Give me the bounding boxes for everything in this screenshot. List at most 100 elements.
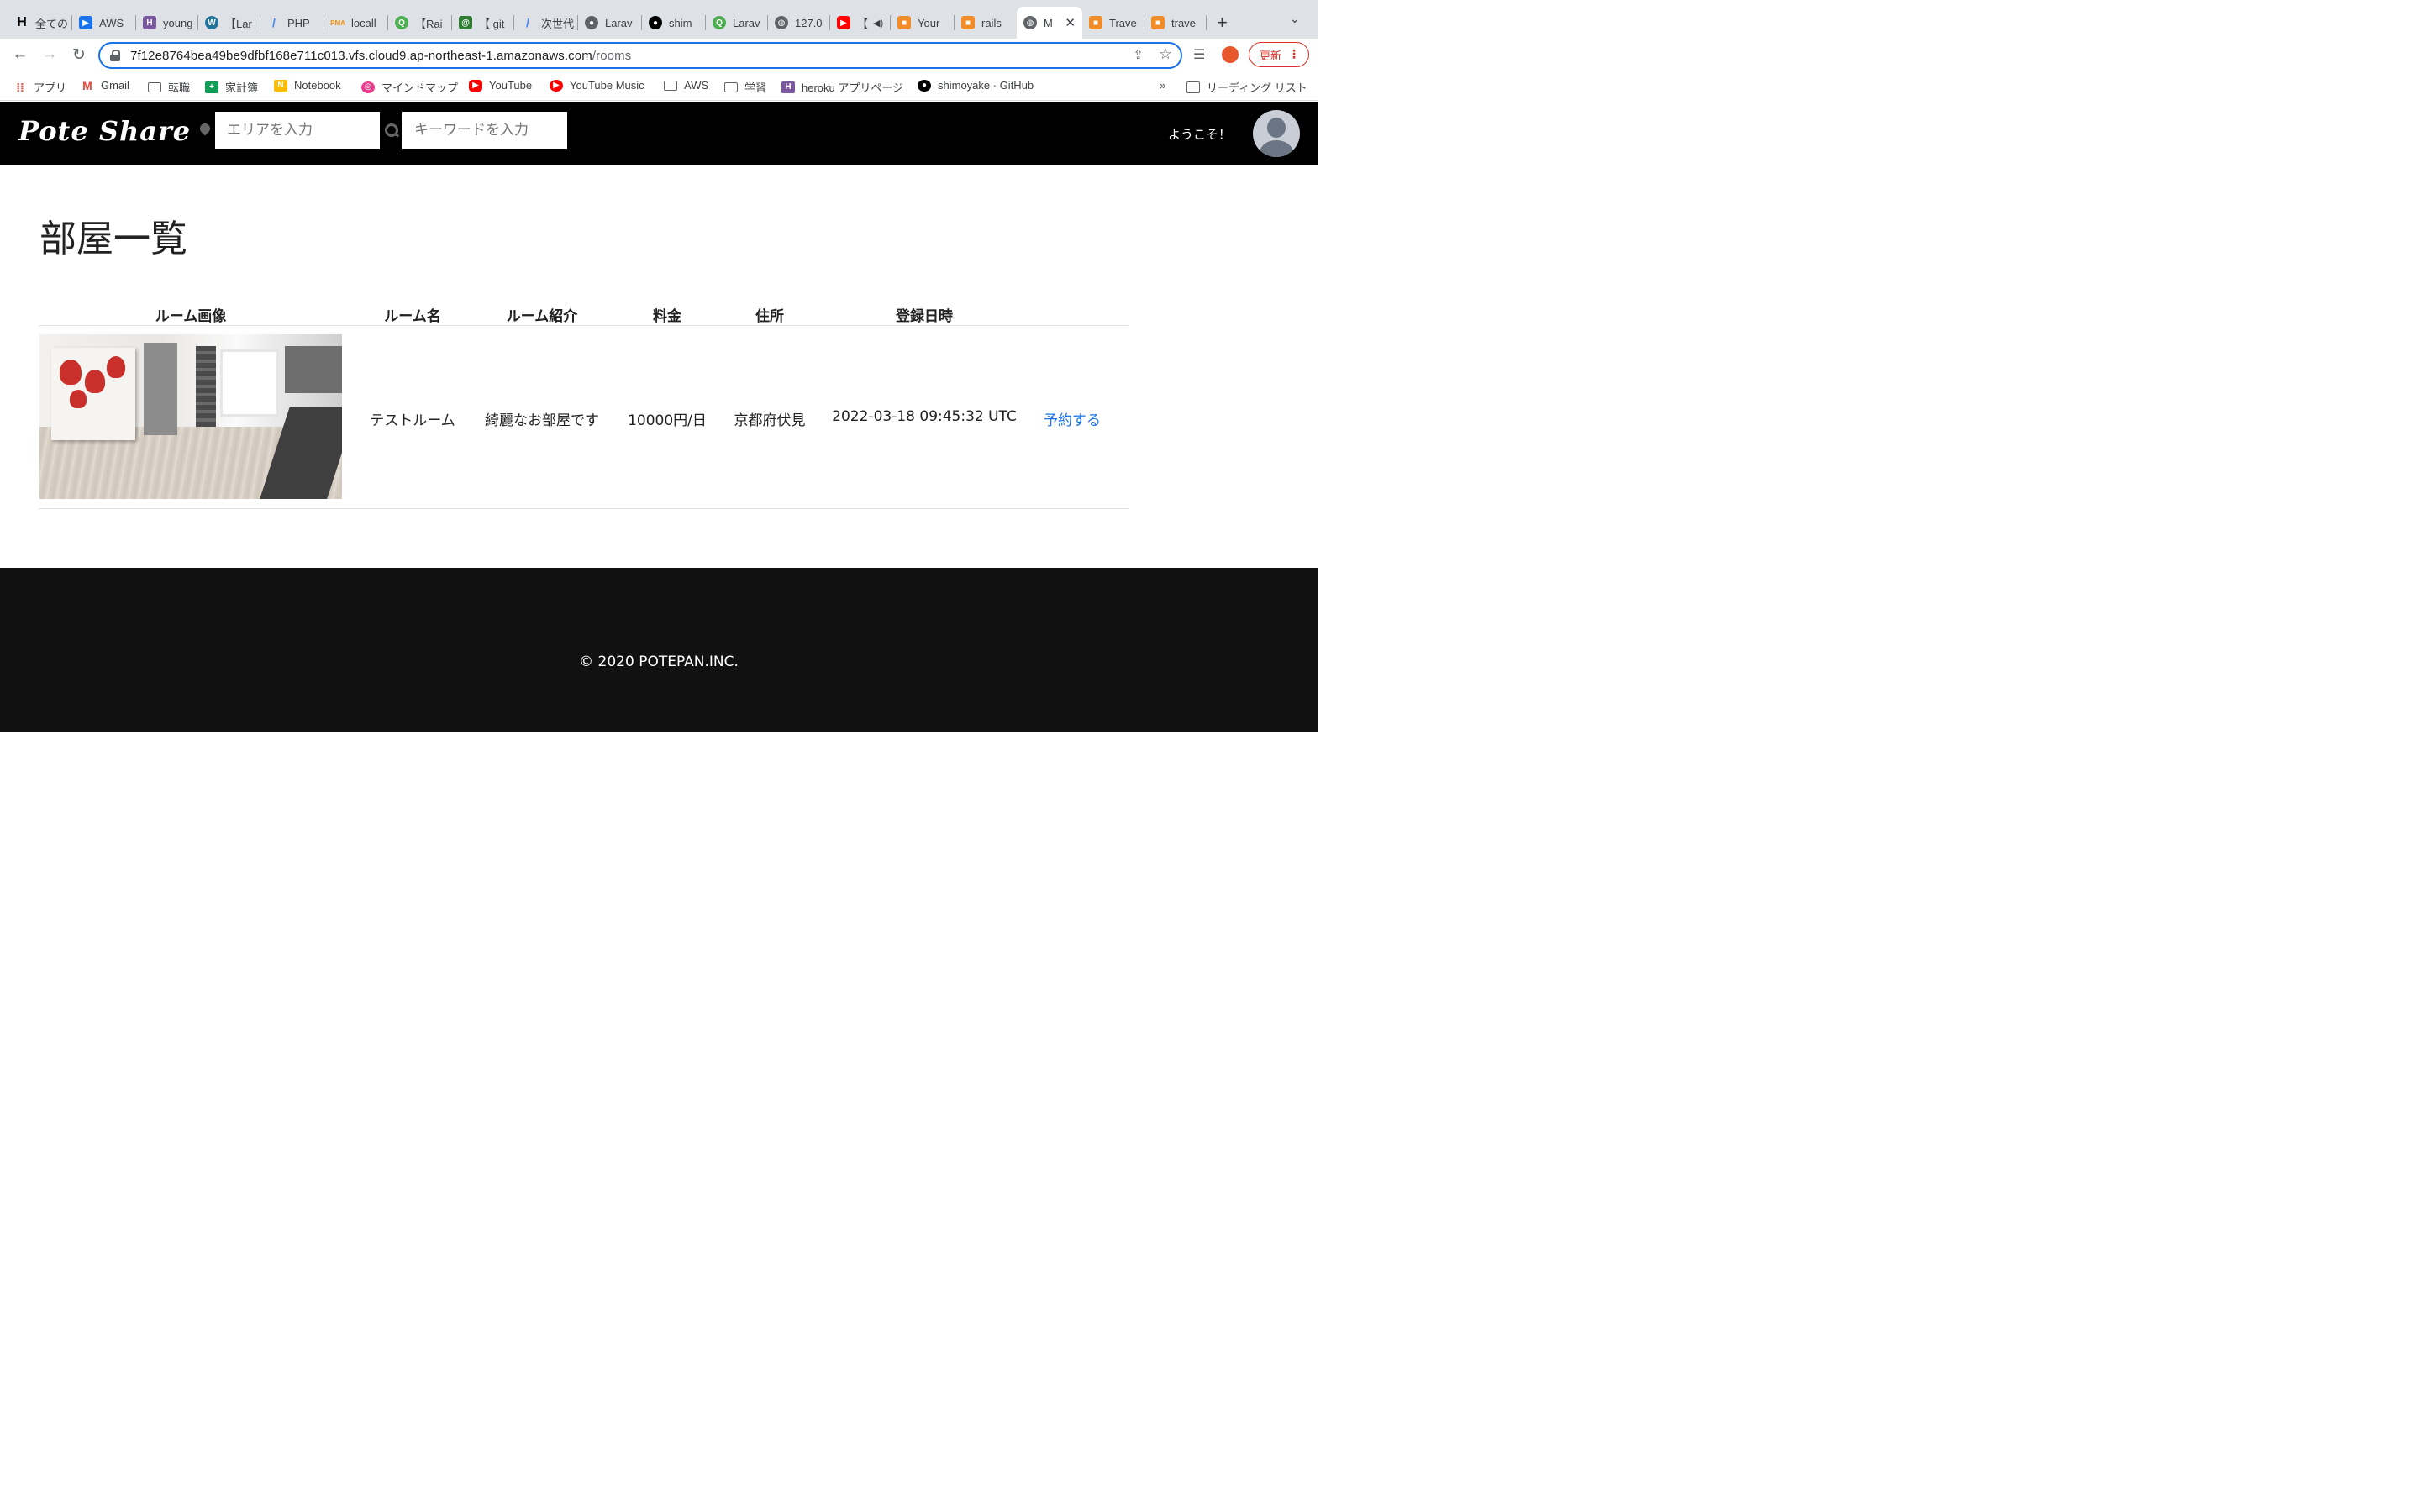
bookmark-apps[interactable]: ⁞⁞ アプリ xyxy=(13,79,66,95)
media-control-icon[interactable]: ☰ xyxy=(1193,46,1205,63)
pma-icon: PMA xyxy=(330,18,345,27)
bookmark-folder[interactable]: 転職 xyxy=(148,79,190,95)
copyright-text: © 2020 POTEPAN.INC. xyxy=(579,654,739,670)
browser-toolbar: ← → ↻ 7f12e8764bea49be9dfbf168e711c013.v… xyxy=(0,39,1318,72)
browser-tab[interactable]: ■ trave xyxy=(1144,7,1207,39)
new-tab-button[interactable]: + xyxy=(1217,12,1228,34)
lock-icon[interactable] xyxy=(110,50,120,61)
browser-tab[interactable]: ■ rails xyxy=(955,7,1017,39)
slash-icon: / xyxy=(272,16,276,29)
browser-tab[interactable]: / 次世代 xyxy=(514,7,578,39)
address-bar[interactable]: 7f12e8764bea49be9dfbf168e711c013.vfs.clo… xyxy=(98,42,1182,69)
room-name: テストルーム xyxy=(370,412,455,429)
bookmark-notebook[interactable]: N Notebook xyxy=(274,79,341,92)
room-price: 10000円/日 xyxy=(628,412,707,429)
bookmark-youtube-music[interactable]: ▶ YouTube Music xyxy=(550,79,644,92)
more-menu-icon[interactable]: ⋮ xyxy=(1288,47,1300,61)
folder-icon xyxy=(148,81,161,92)
aws-icon: ▶ xyxy=(79,16,92,29)
browser-tab[interactable]: ● shim xyxy=(642,7,706,39)
reading-list-button[interactable]: リーディング リスト xyxy=(1186,79,1307,95)
column-header-image: ルーム画像 xyxy=(155,308,227,325)
welcome-text: ようこそ！ xyxy=(1168,127,1232,142)
browser-tab[interactable]: Q Larav xyxy=(706,7,768,39)
mindmap-icon: ◎ xyxy=(361,81,375,93)
keyword-search-input[interactable] xyxy=(402,112,567,149)
browser-tab[interactable]: ■ Trave xyxy=(1082,7,1144,39)
cube-icon: ■ xyxy=(1089,16,1102,29)
cube-icon: ■ xyxy=(897,16,911,29)
browser-tab[interactable]: ■ Your xyxy=(891,7,955,39)
profile-extension-icon[interactable] xyxy=(1222,46,1239,63)
browser-tab[interactable]: H 全ての xyxy=(8,7,72,39)
search-icon xyxy=(385,123,400,139)
bookmark-folder[interactable]: AWS xyxy=(664,79,708,92)
bookmark-mindmap[interactable]: ◎ マインドマップ xyxy=(361,79,458,95)
wordpress-icon: W xyxy=(205,16,218,29)
folder-icon xyxy=(664,80,677,91)
site-header: Pote Share ようこそ！ xyxy=(0,102,1318,165)
browser-tab-strip: H 全ての ▶ AWS Hyoung W 【Lar / PHP PMA locall Q 【… xyxy=(0,0,1318,39)
more-bookmarks-button[interactable]: » xyxy=(1160,79,1165,92)
site-footer: © 2020 POTEPAN.INC. xyxy=(0,568,1318,732)
reload-icon[interactable]: ↻ xyxy=(69,45,89,65)
bookmark-heroku[interactable]: Hheroku アプリページ xyxy=(781,79,903,95)
table-row: テストルーム 綺麗なお部屋です 10000円/日 京都府伏見 2022-03-1… xyxy=(39,326,1129,509)
browser-tab[interactable]: W 【Lar xyxy=(198,7,260,39)
back-arrow-icon[interactable]: ← xyxy=(10,45,30,64)
rooms-table: ルーム画像 ルーム名 ルーム紹介 料金 住所 登録日時 テストルーム 綺麗なお部… xyxy=(39,299,1129,509)
globe-icon: ◍ xyxy=(775,16,788,29)
browser-tab[interactable]: ● Larav xyxy=(578,7,642,39)
update-button[interactable]: 更新 ⋮ xyxy=(1249,42,1309,67)
browser-tab[interactable]: / PHP xyxy=(260,7,324,39)
browser-tab[interactable]: ▶ 【◀) xyxy=(830,7,891,39)
browser-tab[interactable]: Q 【Rai xyxy=(388,7,452,39)
reserve-link[interactable]: 予約する xyxy=(1044,408,1101,429)
site-logo[interactable]: Pote Share xyxy=(18,115,191,147)
slash-icon: / xyxy=(526,16,529,29)
close-icon[interactable]: ✕ xyxy=(1065,15,1076,30)
h-icon: H xyxy=(17,15,27,29)
green-circle-icon: Q xyxy=(713,16,726,29)
tab-search-chevron-icon[interactable]: ⌄ xyxy=(1290,12,1300,26)
browser-tab[interactable]: ▶ AWS xyxy=(72,7,136,39)
github-icon: ● xyxy=(649,16,662,29)
sheets-icon: + xyxy=(205,81,218,93)
forward-arrow-icon[interactable]: → xyxy=(39,45,60,64)
browser-tab[interactable]: PMA locall xyxy=(324,7,388,39)
room-address: 京都府伏見 xyxy=(734,412,806,429)
room-intro: 綺麗なお部屋です xyxy=(485,412,599,429)
table-header-row: ルーム画像 ルーム名 ルーム紹介 料金 住所 登録日時 xyxy=(39,299,1129,326)
heroku-icon: H xyxy=(781,81,795,93)
bookmark-gmail[interactable]: M Gmail xyxy=(81,79,129,92)
share-icon[interactable]: ⇪ xyxy=(1133,47,1144,62)
bookmarks-bar: ⁞⁞ アプリ M Gmail 転職 + 家計簿 N Notebook ◎ マインドマップ … xyxy=(0,72,1318,101)
bookmark-sheets[interactable]: + 家計簿 xyxy=(205,79,258,95)
browser-tab-active[interactable]: ◍ M ✕ xyxy=(1017,7,1082,39)
column-header-created-at: 登録日時 xyxy=(896,308,953,325)
youtube-music-icon: ▶ xyxy=(550,79,563,92)
folder-icon xyxy=(724,81,738,92)
github-icon: ● xyxy=(918,79,931,92)
bookmark-youtube[interactable]: ▶ YouTube xyxy=(469,79,532,92)
bookmark-github[interactable]: ● shimoyake · GitHub xyxy=(918,79,1034,92)
room-created-at: 2022-03-18 09:45:32 UTC xyxy=(832,408,1017,425)
heroku-icon: H xyxy=(143,16,156,29)
column-header-name: ルーム名 xyxy=(384,308,441,325)
notebook-icon: N xyxy=(274,79,287,92)
url-text[interactable]: 7f12e8764bea49be9dfbf168e711c013.vfs.clo… xyxy=(130,49,631,63)
bookmark-folder[interactable]: 学習 xyxy=(724,79,766,95)
gmail-icon: M xyxy=(82,78,92,92)
cube-icon: ■ xyxy=(961,16,975,29)
bookmark-star-icon[interactable]: ☆ xyxy=(1159,45,1172,63)
green-circle-icon: Q xyxy=(395,16,408,29)
area-search-input[interactable] xyxy=(215,112,380,149)
browser-tab[interactable]: Hyoung xyxy=(136,7,198,39)
reading-list-icon xyxy=(1186,81,1200,93)
avatar[interactable] xyxy=(1253,110,1300,157)
browser-tab[interactable]: @ 【 git xyxy=(452,7,514,39)
audio-icon[interactable]: ◀) xyxy=(873,18,883,29)
globe-icon: ◍ xyxy=(1023,16,1037,29)
room-image xyxy=(39,334,342,499)
browser-tab[interactable]: ◍ 127.0 xyxy=(768,7,830,39)
